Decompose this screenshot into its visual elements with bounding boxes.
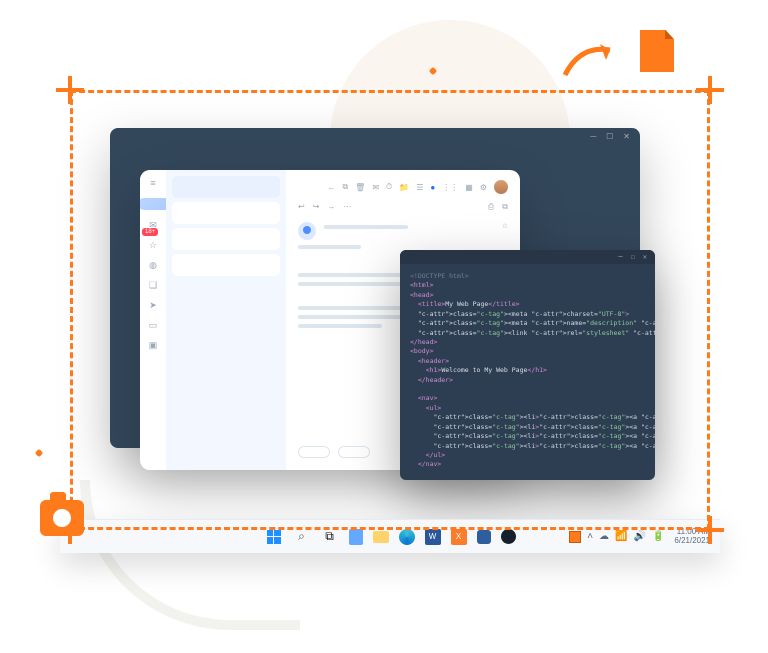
avatar[interactable] [494,180,508,194]
notepad-icon[interactable] [349,529,363,545]
forward-chip[interactable] [338,446,370,458]
unread-badge: 18+ [142,228,158,236]
chevron-up-icon[interactable]: ˄ [587,531,593,542]
reply-icon[interactable]: ↩ [298,202,305,212]
taskview-icon[interactable]: ⧉ [321,528,339,546]
edge-icon[interactable] [399,529,415,545]
email-navrail: ≡ ✉ 18+ ☆ ◍ ❏ ➤ ▭ ▣ [140,170,166,470]
delete-icon[interactable]: 🗑 [355,183,365,192]
email-message-list[interactable] [166,170,286,470]
store-icon[interactable] [477,530,491,544]
taskbar: ⌕ ⧉ W X ˄ ☁ 📶 🔊 🔋 11:00 AM 6/21/2021 [60,519,720,553]
window-controls: ─ ☐ ✕ [110,128,640,146]
wifi-icon[interactable]: 📶 [615,531,627,542]
volume-icon[interactable]: 🔊 [634,531,646,542]
subject-placeholder [298,245,361,249]
snooze-icon[interactable]: ⏱ [386,182,392,192]
person-icon[interactable]: ◍ [148,260,158,270]
system-tray: ˄ ☁ 📶 🔊 🔋 11:00 AM 6/21/2021 [569,528,710,546]
start-button[interactable] [265,528,283,546]
send-icon[interactable]: ➤ [148,300,158,310]
file-icon [640,30,674,72]
maximize-icon[interactable]: ☐ [606,132,613,142]
camera-icon [40,500,84,536]
apps-icon[interactable]: ▦ [465,183,473,192]
file-explorer-icon[interactable] [373,531,389,543]
list-item[interactable] [172,176,280,198]
close-icon[interactable]: ✕ [643,253,647,261]
more-icon[interactable]: ⋯ [343,202,351,212]
email-toolbar: ← ⧉ 🗑 ✉ ⏱ 📁 ☰ ● ⋮⋮ ▦ ⚙ [298,180,508,194]
decorative-dot [35,449,43,457]
sender-avatar [298,222,316,240]
selection-handle-br[interactable] [700,520,720,540]
xampp-icon[interactable]: X [451,529,467,545]
bookmark-icon[interactable]: ❏ [148,280,158,290]
settings-icon[interactable]: ⚙ [480,183,487,192]
labels-icon[interactable]: ☰ [416,183,423,192]
steam-icon[interactable] [501,529,516,544]
reply-all-icon[interactable]: ↪ [313,202,320,212]
taskbar-apps: ⌕ ⧉ W X [265,528,516,546]
share-arrow-icon [560,40,620,80]
back-icon[interactable]: ← [327,183,335,192]
battery-icon[interactable]: 🔋 [652,531,664,542]
print-icon[interactable]: ⎙ [488,202,494,212]
message-star-icon[interactable]: ☆ [502,222,508,230]
message-header: ☆ [298,222,508,240]
star-icon[interactable]: ☆ [148,240,158,250]
archive-icon[interactable]: ⧉ [342,182,348,192]
video-icon[interactable]: ▣ [148,340,158,350]
decorative-swoosh [80,480,300,630]
minimize-icon[interactable]: ─ [590,132,596,142]
folder-icon[interactable]: ▭ [148,320,158,330]
split-icon[interactable]: ⋮⋮ [442,183,458,192]
cloud-icon[interactable]: ☁ [599,531,609,542]
search-icon[interactable]: ⌕ [293,528,311,546]
code-editor-window: ─ ☐ ✕ <!DOCTYPE html> <html> <head> <tit… [400,250,655,480]
star-active-icon[interactable]: ● [430,183,435,192]
mark-icon[interactable]: ✉ [372,183,379,192]
minimize-icon[interactable]: ─ [618,253,622,261]
body-placeholder [298,324,382,328]
code-content[interactable]: <!DOCTYPE html> <html> <head> <title>My … [400,264,655,480]
list-item[interactable] [172,228,280,250]
list-item[interactable] [172,254,280,276]
list-item[interactable] [172,202,280,224]
menu-icon[interactable]: ≡ [148,178,158,188]
window-controls: ─ ☐ ✕ [400,250,655,264]
forward-icon[interactable]: → [327,202,335,212]
selection-handle-tr[interactable] [700,80,720,100]
selection-handle-tl[interactable] [60,80,80,100]
word-icon[interactable]: W [425,529,441,545]
reply-chip[interactable] [298,446,330,458]
tray-app-icon[interactable] [569,531,581,543]
popout-icon[interactable]: ⧉ [502,202,508,212]
close-icon[interactable]: ✕ [623,132,630,142]
maximize-icon[interactable]: ☐ [631,253,635,261]
move-icon[interactable]: 📁 [399,183,409,192]
